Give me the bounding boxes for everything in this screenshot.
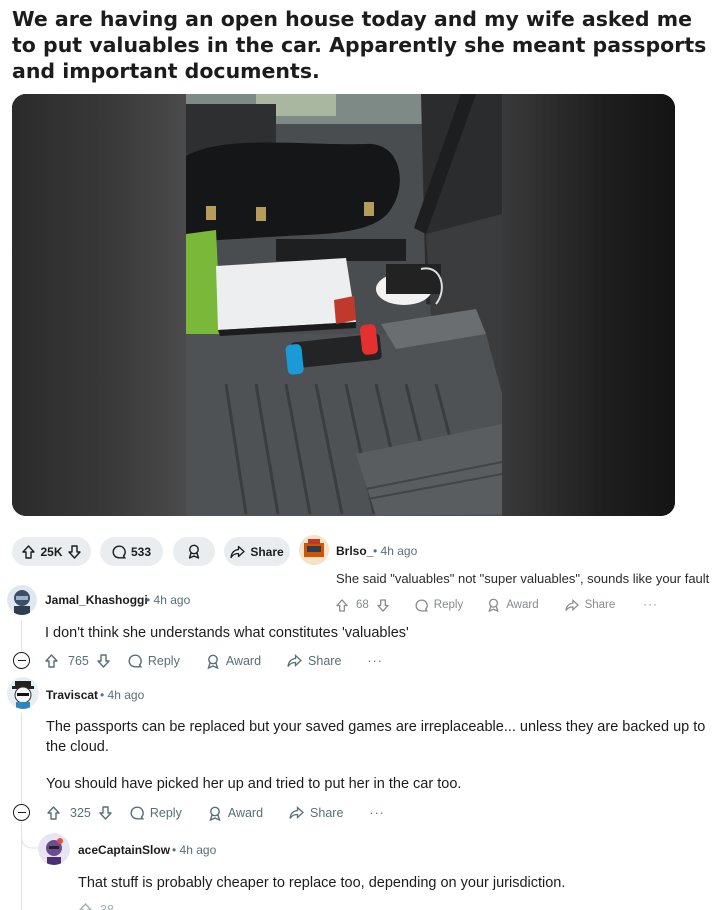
award-button[interactable]: Award [487, 598, 539, 612]
downvote-icon[interactable] [377, 598, 389, 612]
comment-actions-partial: 38 [79, 902, 114, 910]
reply-button[interactable]: Reply [130, 806, 182, 820]
comment-text: I don't think she understands what const… [45, 625, 409, 641]
comment-actions: 325 Reply Award Share ··· [47, 805, 385, 821]
award-label: Award [227, 806, 264, 820]
comment-text-2: You should have picked her up and tried … [46, 776, 462, 792]
collapse-thread-icon[interactable] [13, 652, 30, 669]
reply-button[interactable]: Reply [128, 654, 180, 668]
comment-time-value: 4h ago [153, 593, 191, 607]
share-label: Share [308, 654, 342, 668]
comment-actions: 765 Reply Award Share ··· [45, 653, 383, 669]
share-button[interactable]: Share [564, 598, 616, 612]
downvote-icon[interactable] [99, 806, 112, 820]
image-blur-right [501, 94, 675, 516]
upvote-icon[interactable] [336, 598, 348, 612]
reply-label: Reply [147, 654, 180, 668]
upvote-icon[interactable] [22, 544, 36, 559]
comment-text: The passports can be replaced but your s… [46, 719, 706, 755]
upvote-icon[interactable] [79, 903, 92, 910]
acecaptainslow-avatar[interactable] [38, 833, 70, 865]
award-button[interactable]: Award [206, 654, 261, 669]
comment-text: She said "valuables" not "super valuable… [336, 571, 710, 586]
collapse-thread-icon[interactable] [13, 804, 30, 821]
post-image-container[interactable] [12, 94, 675, 516]
reply-label: Reply [149, 806, 182, 820]
traviscat-avatar[interactable] [7, 677, 39, 709]
comment-author[interactable]: Jamal_Khashoggi [45, 593, 148, 607]
award-button[interactable] [173, 537, 215, 566]
comment-author[interactable]: Brlso_ [336, 544, 373, 558]
share-button[interactable]: Share [289, 806, 343, 820]
share-button[interactable]: Share [224, 537, 290, 566]
comment-time: • 4h ago [172, 843, 217, 857]
more-options-icon[interactable]: ··· [367, 654, 383, 668]
downvote-icon[interactable] [67, 544, 81, 559]
comment-time-value: 4h ago [179, 843, 217, 857]
vote-count: 25K [40, 544, 63, 559]
more-options-icon[interactable]: ··· [369, 806, 385, 820]
upvote-icon[interactable] [47, 806, 60, 820]
vote-count: 765 [68, 654, 89, 668]
reply-button[interactable]: Reply [415, 598, 464, 612]
post-photo[interactable] [186, 94, 502, 516]
vote-count: 325 [70, 806, 91, 820]
comment-count: 533 [130, 544, 152, 559]
share-button[interactable]: Share [287, 654, 341, 668]
thread-line[interactable] [21, 620, 22, 652]
comment-time: • 4h ago [373, 544, 418, 558]
comment-time: • 4h ago [100, 688, 145, 702]
thread-line[interactable] [21, 713, 22, 805]
share-icon [230, 545, 245, 559]
share-label: Share [584, 599, 616, 611]
more-options-icon[interactable]: ··· [643, 599, 658, 611]
comment-author[interactable]: aceCaptainSlow [78, 843, 170, 857]
award-label: Award [506, 599, 539, 611]
post-title: We are having an open house today and my… [12, 7, 707, 83]
comment-time-value: 4h ago [107, 688, 145, 702]
downvote-icon[interactable] [97, 654, 110, 668]
share-label: Share [250, 544, 284, 559]
vote-count: 68 [356, 599, 369, 611]
comment-author[interactable]: Traviscat [46, 688, 98, 702]
reply-label: Reply [433, 599, 464, 611]
share-label: Share [310, 806, 344, 820]
comment-actions: 68 Reply Award Share ··· [336, 597, 658, 613]
upvote-icon[interactable] [45, 654, 58, 668]
award-icon [187, 544, 201, 559]
vote-pill: 25K [12, 537, 91, 566]
comment-text: That stuff is probably cheaper to replac… [78, 875, 566, 891]
brlso-avatar[interactable] [299, 535, 329, 565]
jamal-avatar[interactable] [7, 585, 37, 615]
comments-button[interactable]: 533 [100, 537, 163, 566]
award-button[interactable]: Award [208, 806, 263, 821]
award-label: Award [225, 654, 262, 668]
vote-count: 38 [100, 903, 114, 910]
comment-time: • 4h ago [146, 593, 191, 607]
image-blur-left [12, 94, 186, 516]
comment-icon [112, 545, 126, 559]
comment-time-value: 4h ago [380, 544, 418, 558]
